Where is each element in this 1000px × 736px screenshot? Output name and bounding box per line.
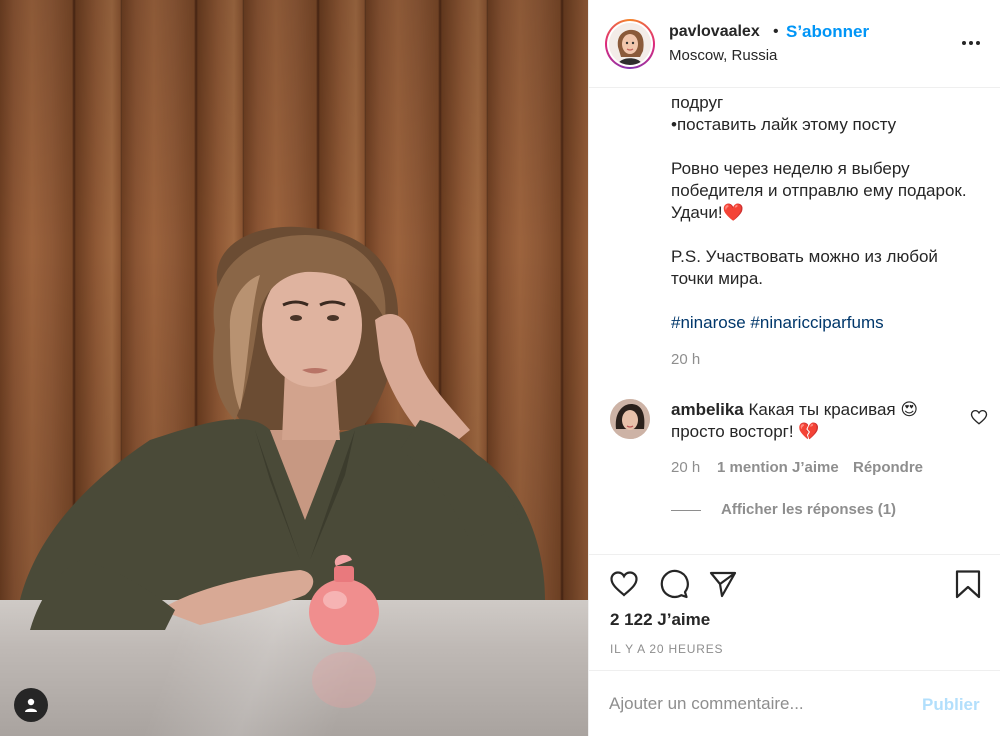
caption-line: подруг (671, 93, 724, 112)
hashtag-link[interactable]: #ninarose (671, 313, 746, 332)
caption-line: Ровно через неделю я выберу (671, 159, 910, 178)
post-header: pavlovaalex • S’abonner Moscow, Russia (589, 0, 1000, 88)
author-username[interactable]: pavlovaalex (669, 23, 760, 41)
posted-time-ago[interactable]: IL Y A 20 HEURES (610, 642, 723, 656)
more-horizontal-icon[interactable] (959, 34, 983, 52)
post-actions: 2 122 J’aime IL Y A 20 HEURES (589, 554, 1000, 670)
comments-list[interactable]: подруг •поставить лайк этому посту Ровно… (589, 88, 1000, 554)
add-comment-bar: Publier (589, 670, 1000, 736)
caption-line: точки мира. (671, 269, 764, 288)
comment-text-line-2: просто восторг! 💔 (671, 422, 820, 441)
woman-with-perfume-illustration (20, 226, 545, 708)
author-avatar[interactable] (605, 19, 655, 69)
post-side-panel: pavlovaalex • S’abonner Moscow, Russia п… (588, 0, 1000, 736)
replies-divider-line (671, 510, 701, 511)
caption-line: Удачи!❤️ (671, 203, 744, 222)
commenter-photo (610, 399, 650, 439)
comment-icon[interactable] (659, 569, 689, 599)
tagged-users-button[interactable] (14, 688, 48, 722)
post-image[interactable] (0, 0, 588, 736)
comment-timestamp[interactable]: 20 h (671, 459, 700, 476)
avatar-cartoon-icon (609, 23, 651, 65)
caption-hashtags: #ninarose #ninaricciparfums (671, 312, 884, 334)
caption-line: P.S. Участвовать можно из любой (671, 247, 938, 266)
publish-button[interactable]: Publier (922, 695, 980, 715)
separator-dot: • (773, 23, 779, 40)
comment-like-heart-icon[interactable] (970, 408, 988, 426)
follow-button[interactable]: S’abonner (786, 22, 869, 42)
comment-likes-count[interactable]: 1 mention J’aime (717, 459, 839, 476)
caption-line: победителя и отправлю ему подарок. (671, 181, 967, 200)
comment-text-line: ambelika Какая ты красивая 😍 (671, 399, 918, 421)
view-replies-button[interactable]: Afficher les réponses (1) (721, 501, 896, 518)
commenter-username[interactable]: ambelika (671, 400, 744, 419)
caption-line: •поставить лайк этому посту (671, 115, 897, 134)
caption-timestamp[interactable]: 20 h (671, 351, 700, 368)
post-location[interactable]: Moscow, Russia (669, 47, 777, 64)
comment-input[interactable] (609, 689, 909, 719)
bookmark-icon[interactable] (953, 569, 983, 599)
send-icon[interactable] (708, 569, 738, 599)
commenter-avatar[interactable] (610, 399, 650, 439)
comment-text: Какая ты красивая 😍 (748, 400, 919, 419)
reply-button[interactable]: Répondre (853, 459, 923, 476)
hashtag-link[interactable]: #ninaricciparfums (750, 313, 883, 332)
heart-icon[interactable] (609, 569, 639, 599)
likes-count[interactable]: 2 122 J’aime (610, 610, 710, 630)
user-icon (25, 698, 37, 712)
